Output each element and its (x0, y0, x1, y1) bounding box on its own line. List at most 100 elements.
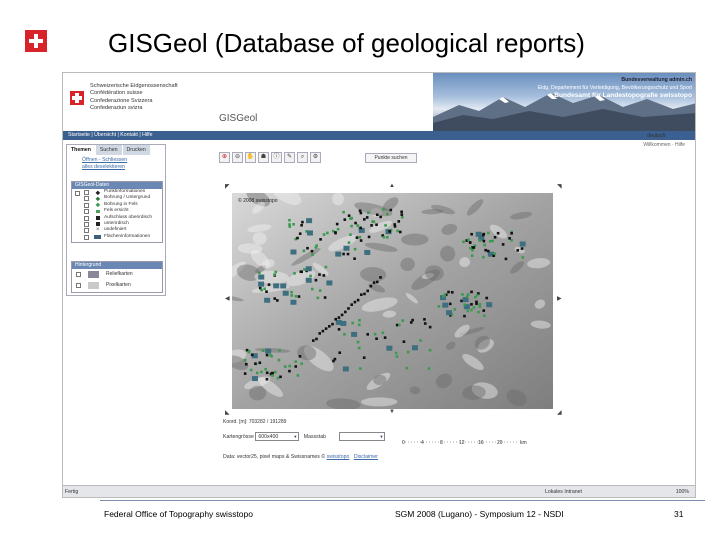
swisstopo-link[interactable]: swisstopo (327, 454, 350, 460)
map-point[interactable] (470, 302, 473, 306)
map-size-select[interactable]: 600x400 ▼ (255, 432, 300, 441)
map-point[interactable] (326, 231, 329, 235)
map-point[interactable] (379, 276, 382, 279)
map-point[interactable] (364, 249, 371, 255)
map-point[interactable] (463, 303, 466, 306)
map-point[interactable] (342, 252, 345, 256)
map-point[interactable] (340, 320, 347, 326)
map-point[interactable] (282, 290, 289, 296)
layer-checkbox[interactable] (84, 190, 89, 195)
map-point[interactable] (331, 322, 334, 326)
map-point[interactable] (265, 353, 269, 357)
map-point[interactable] (347, 307, 350, 310)
map-point[interactable] (366, 333, 370, 336)
map-point[interactable] (376, 280, 379, 284)
map-point[interactable] (475, 231, 482, 237)
map-point[interactable] (292, 222, 295, 226)
map-point[interactable] (419, 339, 422, 342)
map-point[interactable] (428, 325, 432, 329)
zoom-level[interactable]: 100% (676, 489, 689, 495)
map-tool-button[interactable]: ✎ (284, 152, 295, 163)
map-point[interactable] (355, 236, 359, 239)
map-point[interactable] (443, 293, 447, 296)
map-point[interactable] (263, 287, 266, 291)
relief-map-canvas[interactable]: © 2008 swisstopo (232, 193, 553, 409)
map-point[interactable] (467, 238, 470, 241)
map-point[interactable] (318, 273, 321, 276)
map-point[interactable] (260, 288, 263, 292)
pan-south-arrow[interactable]: ▼ (389, 409, 395, 415)
map-point[interactable] (351, 321, 354, 325)
map-point[interactable] (411, 345, 418, 351)
map-point[interactable] (401, 319, 405, 322)
map-point[interactable] (400, 213, 404, 216)
map-point[interactable] (358, 367, 362, 370)
map-point[interactable] (273, 283, 280, 289)
map-point[interactable] (261, 349, 265, 352)
map-point[interactable] (369, 284, 373, 288)
lang-deutsch[interactable]: deutsch (647, 133, 665, 139)
map-point[interactable] (276, 299, 279, 302)
map-point[interactable] (274, 270, 278, 274)
map-point[interactable] (486, 249, 490, 253)
map-point[interactable] (504, 257, 508, 261)
map-point[interactable] (342, 366, 349, 372)
map-point[interactable] (294, 295, 298, 298)
map-point[interactable] (340, 313, 344, 317)
layer-checkbox[interactable] (84, 209, 89, 215)
map-point[interactable] (347, 241, 351, 244)
map-point[interactable] (279, 375, 282, 379)
relief-map[interactable]: © 2008 swisstopo (232, 193, 553, 409)
map-point[interactable] (359, 211, 363, 215)
map-point[interactable] (306, 246, 309, 250)
layer-item[interactable]: Flächeninformationen (72, 234, 162, 240)
open-close-link[interactable]: Öffnen - Schliessen (82, 157, 127, 164)
map-point[interactable] (290, 299, 297, 305)
map-point[interactable] (409, 321, 413, 324)
map-point[interactable] (399, 230, 402, 234)
map-point[interactable] (461, 293, 464, 296)
map-point[interactable] (294, 360, 298, 363)
map-point[interactable] (319, 238, 322, 241)
map-point[interactable] (491, 239, 495, 243)
tab-drucken[interactable]: Drucken (122, 145, 151, 155)
map-point[interactable] (324, 327, 328, 330)
map-point[interactable] (496, 231, 500, 235)
map-point[interactable] (482, 309, 486, 312)
map-point[interactable] (472, 246, 476, 249)
map-tool-button[interactable]: ⊕ (219, 152, 230, 163)
map-point[interactable] (510, 231, 513, 235)
map-point[interactable] (299, 270, 303, 273)
map-point[interactable] (346, 252, 350, 256)
pan-southeast-arrow[interactable]: ◢ (557, 409, 562, 416)
map-point[interactable] (358, 318, 361, 322)
map-point[interactable] (482, 232, 486, 236)
map-point[interactable] (278, 349, 281, 352)
map-point[interactable] (349, 233, 352, 236)
map-point[interactable] (334, 231, 337, 234)
map-point[interactable] (519, 241, 526, 247)
map-point[interactable] (249, 368, 253, 372)
layer-checkbox[interactable] (84, 196, 89, 202)
map-point[interactable] (298, 232, 302, 236)
map-point[interactable] (350, 224, 353, 228)
map-point[interactable] (264, 297, 271, 303)
map-point[interactable] (460, 299, 463, 303)
map-point[interactable] (371, 220, 374, 223)
map-point[interactable] (365, 216, 369, 219)
map-point[interactable] (316, 296, 320, 300)
map-point[interactable] (394, 351, 398, 355)
map-point[interactable] (343, 333, 346, 336)
map-point[interactable] (396, 229, 399, 233)
map-point[interactable] (393, 223, 396, 226)
map-point[interactable] (302, 249, 306, 253)
map-point[interactable] (258, 281, 265, 287)
nav-links[interactable]: Startseite | Übersicht | Kontakt | Hilfe (68, 132, 152, 138)
map-point[interactable] (311, 253, 314, 256)
map-point[interactable] (385, 212, 389, 216)
map-point[interactable] (265, 348, 272, 354)
map-point[interactable] (386, 235, 389, 239)
map-point[interactable] (405, 366, 409, 370)
map-point[interactable] (255, 371, 259, 375)
map-point[interactable] (482, 239, 486, 243)
